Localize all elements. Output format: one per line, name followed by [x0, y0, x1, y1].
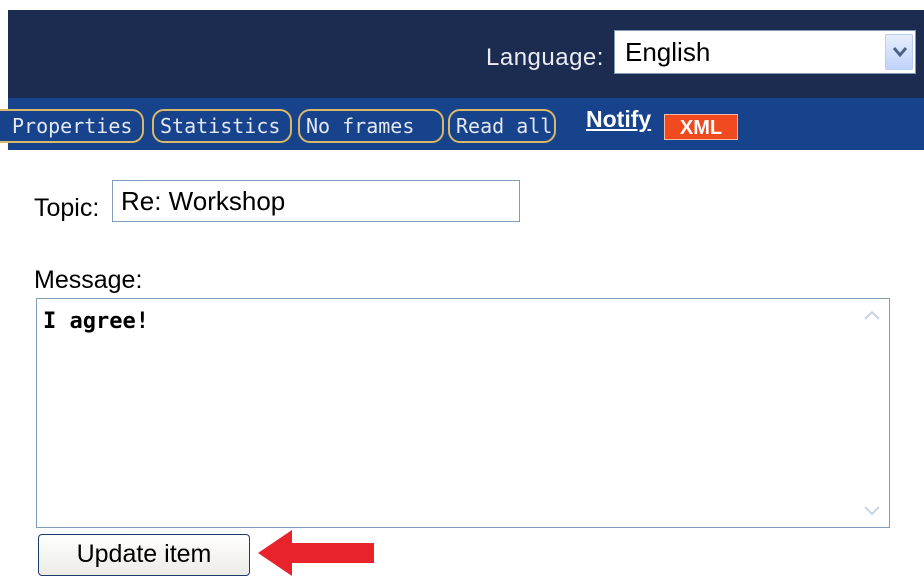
scroll-down-icon[interactable] [861, 503, 883, 519]
language-label: Language: [486, 44, 604, 71]
message-text: I agree! [43, 309, 149, 334]
topic-input[interactable] [112, 180, 520, 222]
tab-read-all[interactable]: Read all [448, 109, 556, 143]
update-item-button[interactable]: Update item [38, 534, 250, 576]
message-textarea[interactable]: I agree! [36, 298, 890, 528]
tab-no-frames[interactable]: No frames [298, 109, 444, 143]
language-select-value: English [625, 37, 711, 67]
page: Language: English Properties Statistics … [0, 0, 924, 578]
chevron-down-icon [892, 47, 908, 58]
topic-label: Topic: [34, 194, 100, 222]
red-arrow-icon [258, 530, 374, 576]
dropdown-button[interactable] [885, 34, 913, 70]
language-select[interactable]: English [614, 30, 916, 74]
scroll-up-icon[interactable] [861, 307, 883, 323]
message-label: Message: [34, 266, 143, 294]
tab-statistics[interactable]: Statistics [152, 109, 292, 143]
notify-link[interactable]: Notify [586, 106, 651, 133]
xml-badge[interactable]: XML [664, 114, 738, 140]
tab-properties[interactable]: Properties [0, 109, 144, 143]
